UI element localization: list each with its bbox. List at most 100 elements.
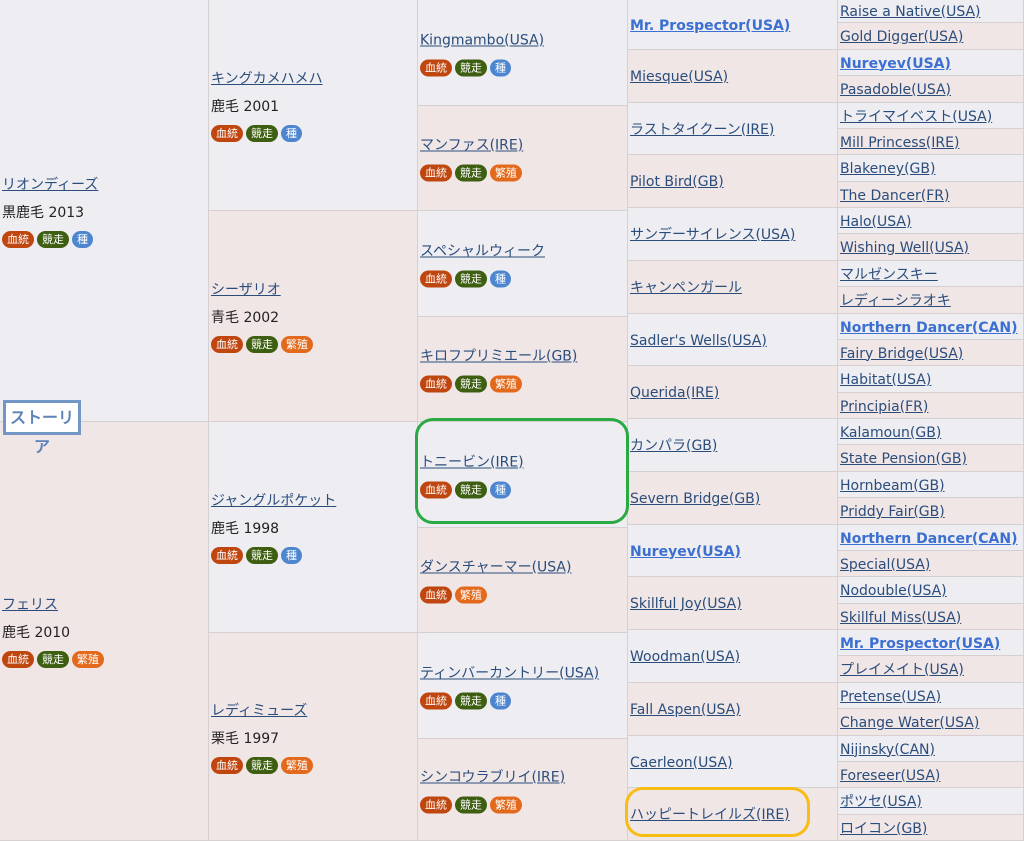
- horse-name-link[interactable]: Miesque(USA): [630, 69, 728, 85]
- badge-breed[interactable]: 繁殖: [490, 375, 522, 393]
- horse-name-link[interactable]: Foreseer(USA): [840, 768, 940, 784]
- badge-race[interactable]: 競走: [37, 230, 69, 248]
- horse-name-link[interactable]: Nijinsky(CAN): [840, 742, 935, 758]
- horse-name-link[interactable]: スペシャルウィーク: [420, 243, 545, 259]
- badge-blood[interactable]: 血統: [211, 756, 243, 774]
- horse-name-link[interactable]: レディーシラオキ: [840, 293, 951, 309]
- horse-name-link[interactable]: ジャングルポケット: [211, 493, 336, 509]
- horse-name-link[interactable]: Kalamoun(GB): [840, 425, 941, 441]
- badge-blood[interactable]: 血統: [420, 375, 452, 393]
- horse-name-link[interactable]: Habitat(USA): [840, 372, 931, 388]
- badge-race[interactable]: 競走: [455, 59, 487, 76]
- horse-name-link[interactable]: Hornbeam(GB): [840, 478, 945, 494]
- horse-name-link[interactable]: シーザリオ: [211, 282, 281, 298]
- badge-race[interactable]: 競走: [455, 375, 487, 393]
- badge-race[interactable]: 競走: [455, 164, 487, 182]
- horse-name-link[interactable]: Wishing Well(USA): [840, 240, 969, 256]
- badge-race[interactable]: 競走: [246, 125, 278, 142]
- badge-stud[interactable]: 種: [490, 692, 511, 709]
- badge-race[interactable]: 競走: [246, 547, 278, 564]
- horse-name-link[interactable]: Northern Dancer(CAN): [840, 320, 1018, 336]
- horse-name-link[interactable]: キロフプリミエール(GB): [420, 349, 577, 365]
- badge-blood[interactable]: 血統: [2, 651, 34, 668]
- horse-name-link[interactable]: Sadler's Wells(USA): [630, 333, 767, 349]
- badge-blood[interactable]: 血統: [211, 125, 243, 142]
- badge-race[interactable]: 競走: [455, 270, 487, 287]
- horse-name-link[interactable]: キングカメハメハ: [211, 71, 323, 87]
- horse-name-link[interactable]: Nureyev(USA): [840, 56, 951, 72]
- horse-name-link[interactable]: ポツセ(USA): [840, 794, 922, 810]
- horse-name-link[interactable]: ラストタイクーン(IRE): [630, 122, 774, 138]
- badge-blood[interactable]: 血統: [420, 164, 452, 182]
- badge-blood[interactable]: 血統: [420, 586, 452, 604]
- horse-name-link[interactable]: Fall Aspen(USA): [630, 702, 741, 718]
- badge-blood[interactable]: 血統: [420, 481, 452, 498]
- badge-breed[interactable]: 繁殖: [72, 651, 104, 668]
- badge-race[interactable]: 競走: [246, 756, 278, 774]
- horse-name-link[interactable]: Skillful Joy(USA): [630, 596, 742, 612]
- badge-blood[interactable]: 血統: [420, 59, 452, 76]
- horse-name-link[interactable]: Northern Dancer(CAN): [840, 531, 1018, 547]
- horse-name-link[interactable]: トライマイベスト(USA): [840, 109, 992, 125]
- horse-name-link[interactable]: Mill Princess(IRE): [840, 135, 959, 151]
- horse-name-link[interactable]: Woodman(USA): [630, 649, 740, 665]
- badge-stud[interactable]: 種: [490, 270, 511, 287]
- badge-stud[interactable]: 種: [281, 125, 302, 142]
- badge-race[interactable]: 競走: [455, 692, 487, 709]
- badge-breed[interactable]: 繁殖: [455, 586, 487, 604]
- badge-stud[interactable]: 種: [490, 481, 511, 498]
- horse-name-link[interactable]: Halo(USA): [840, 214, 911, 230]
- horse-name-link[interactable]: Caerleon(USA): [630, 755, 733, 771]
- horse-name-link[interactable]: ロイコン(GB): [840, 821, 927, 837]
- horse-name-link[interactable]: ハッピートレイルズ(IRE): [630, 807, 790, 823]
- horse-name-link[interactable]: Change Water(USA): [840, 715, 979, 731]
- horse-name-link[interactable]: カンパラ(GB): [630, 438, 717, 454]
- horse-name-link[interactable]: レディミューズ: [211, 703, 307, 719]
- badge-race[interactable]: 競走: [37, 651, 69, 668]
- horse-name-link[interactable]: シンコウラブリイ(IRE): [420, 769, 565, 785]
- horse-name-link[interactable]: Fairy Bridge(USA): [840, 346, 963, 362]
- badge-stud[interactable]: 種: [72, 230, 93, 248]
- badge-blood[interactable]: 血統: [2, 230, 34, 248]
- horse-name-link[interactable]: ダンスチャーマー(USA): [420, 560, 571, 576]
- horse-name-link[interactable]: Priddy Fair(GB): [840, 504, 945, 520]
- horse-name-link[interactable]: フェリス: [2, 597, 58, 613]
- horse-name-link[interactable]: Mr. Prospector(USA): [840, 636, 1000, 652]
- horse-name-link[interactable]: Pretense(USA): [840, 689, 941, 705]
- horse-name-link[interactable]: Raise a Native(USA): [840, 4, 981, 20]
- badge-stud[interactable]: 種: [490, 59, 511, 76]
- badge-breed[interactable]: 繁殖: [281, 336, 313, 353]
- horse-name-link[interactable]: リオンディーズ: [2, 177, 98, 193]
- horse-name-link[interactable]: サンデーサイレンス(USA): [630, 227, 795, 243]
- badge-race[interactable]: 競走: [455, 481, 487, 498]
- badge-race[interactable]: 競走: [246, 336, 278, 353]
- horse-name-link[interactable]: State Pension(GB): [840, 451, 967, 467]
- horse-name-link[interactable]: Querida(IRE): [630, 385, 719, 401]
- horse-name-link[interactable]: Principia(FR): [840, 399, 928, 415]
- horse-name-link[interactable]: Special(USA): [840, 557, 930, 573]
- horse-name-link[interactable]: Gold Digger(USA): [840, 29, 963, 45]
- horse-name-link[interactable]: Severn Bridge(GB): [630, 491, 760, 507]
- horse-name-link[interactable]: ティンバーカントリー(USA): [420, 665, 599, 681]
- badge-breed[interactable]: 繁殖: [490, 164, 522, 182]
- horse-name-link[interactable]: Kingmambo(USA): [420, 32, 544, 48]
- horse-name-link[interactable]: Nodouble(USA): [840, 583, 947, 599]
- horse-name-link[interactable]: Mr. Prospector(USA): [630, 18, 790, 34]
- badge-breed[interactable]: 繁殖: [490, 796, 522, 813]
- badge-blood[interactable]: 血統: [420, 692, 452, 709]
- horse-name-link[interactable]: マンファス(IRE): [420, 138, 523, 154]
- badge-blood[interactable]: 血統: [211, 547, 243, 564]
- badge-race[interactable]: 競走: [455, 796, 487, 813]
- horse-name-link[interactable]: Pilot Bird(GB): [630, 174, 724, 190]
- badge-blood[interactable]: 血統: [420, 796, 452, 813]
- badge-blood[interactable]: 血統: [211, 336, 243, 353]
- horse-name-link[interactable]: キャンペンガール: [630, 280, 742, 296]
- horse-name-link[interactable]: The Dancer(FR): [840, 188, 950, 204]
- horse-name-link[interactable]: Nureyev(USA): [630, 544, 741, 560]
- horse-name-link[interactable]: Blakeney(GB): [840, 161, 935, 177]
- horse-name-link[interactable]: トニービン(IRE): [420, 454, 524, 470]
- badge-blood[interactable]: 血統: [420, 270, 452, 287]
- horse-name-link[interactable]: マルゼンスキー: [840, 267, 938, 283]
- badge-stud[interactable]: 種: [281, 547, 302, 564]
- horse-name-link[interactable]: Pasadoble(USA): [840, 82, 951, 98]
